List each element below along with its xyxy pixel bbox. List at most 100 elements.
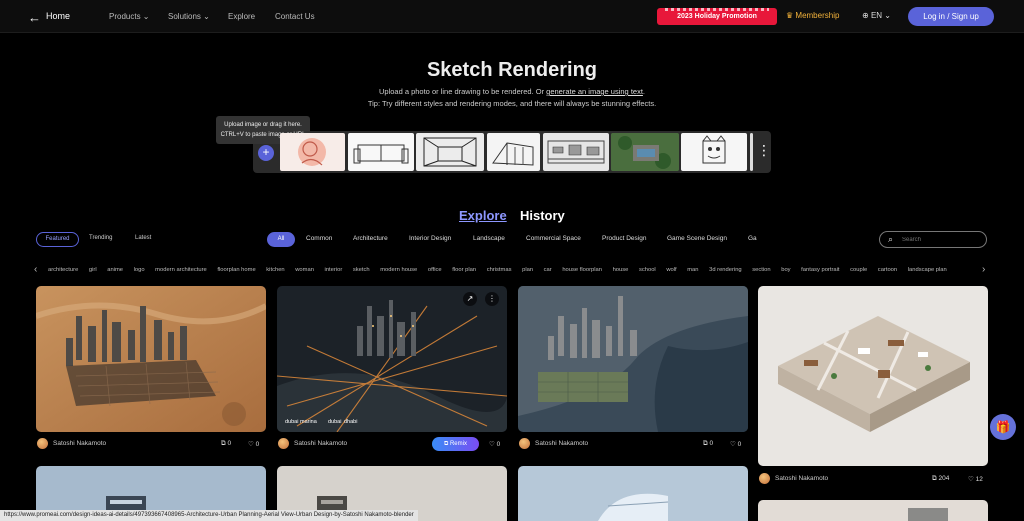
tag-item[interactable]: architecture bbox=[48, 267, 78, 273]
search-input[interactable] bbox=[902, 235, 982, 245]
upload-plus-button[interactable]: + bbox=[258, 145, 274, 161]
card-image-aerial-city[interactable] bbox=[518, 286, 748, 432]
gift-icon[interactable]: 🎁 bbox=[990, 414, 1016, 440]
tag-item[interactable]: school bbox=[639, 267, 656, 273]
like-count[interactable]: ♡ 12 bbox=[968, 475, 983, 483]
tab-history[interactable]: History bbox=[520, 208, 565, 223]
sort-trending-button[interactable]: Trending bbox=[89, 235, 112, 241]
tag-item[interactable]: modern house bbox=[380, 267, 417, 273]
category-landscape[interactable]: Landscape bbox=[473, 235, 505, 242]
tag-item[interactable]: floorplan home bbox=[217, 267, 255, 273]
like-count-value: 12 bbox=[975, 476, 983, 483]
category-all[interactable]: All bbox=[267, 232, 295, 247]
more-options-icon[interactable]: ⋮ bbox=[757, 143, 771, 157]
tag-item[interactable]: cartoon bbox=[878, 267, 897, 273]
hero-tip: Tip: Try different styles and rendering … bbox=[367, 99, 657, 108]
sort-featured-button[interactable]: Featured bbox=[36, 232, 79, 247]
tag-item[interactable]: kitchen bbox=[266, 267, 284, 273]
tag-item[interactable]: fantasy portrait bbox=[801, 267, 839, 273]
crown-icon: ♛ bbox=[786, 11, 794, 20]
tag-item[interactable]: christmas bbox=[487, 267, 512, 273]
nav-products-menu[interactable]: Products ⌄ bbox=[109, 12, 150, 21]
tag-item[interactable]: plan bbox=[522, 267, 533, 273]
remix-count[interactable]: ⧉ 0 bbox=[703, 440, 713, 448]
tag-item[interactable]: house floorplan bbox=[562, 267, 602, 273]
generate-image-link[interactable]: generate an image using text bbox=[546, 87, 643, 96]
tag-item[interactable]: man bbox=[687, 267, 698, 273]
like-count[interactable]: ♡ 0 bbox=[248, 440, 259, 448]
tag-item[interactable]: woman bbox=[295, 267, 314, 273]
tab-explore[interactable]: Explore bbox=[459, 208, 507, 223]
tag-item[interactable]: 3d rendering bbox=[709, 267, 742, 273]
sample-thumb-cartoon-sketch[interactable] bbox=[681, 133, 747, 171]
author-name[interactable]: Satoshi Nakamoto bbox=[775, 475, 828, 482]
card-image-building-4[interactable] bbox=[758, 500, 988, 521]
sample-thumb-urban-sketch[interactable] bbox=[543, 133, 609, 171]
tag-item[interactable]: interior bbox=[325, 267, 343, 273]
tag-item[interactable]: landscape plan bbox=[908, 267, 947, 273]
remix-icon: ⧉ bbox=[703, 440, 708, 447]
like-count[interactable]: ♡ 0 bbox=[489, 440, 500, 448]
tags-scroll-left-icon[interactable]: ‹ bbox=[34, 264, 37, 275]
card-image-desert-city[interactable] bbox=[36, 286, 266, 432]
nav-explore-link[interactable]: Explore bbox=[228, 12, 255, 21]
card-image-building-3[interactable] bbox=[518, 466, 748, 521]
tag-item[interactable]: modern architecture bbox=[155, 267, 207, 273]
back-arrow-icon[interactable]: ← bbox=[28, 10, 41, 25]
nav-solutions-menu[interactable]: Solutions ⌄ bbox=[168, 12, 210, 21]
like-count[interactable]: ♡ 0 bbox=[730, 440, 741, 448]
membership-link[interactable]: ♛ Membership bbox=[786, 11, 839, 20]
search-box[interactable]: ⌕ bbox=[879, 231, 987, 248]
image-label: dubai bbox=[328, 419, 342, 425]
author-avatar[interactable] bbox=[759, 473, 770, 484]
holiday-promo-banner[interactable]: 2023 Holiday Promotion bbox=[657, 8, 777, 25]
sample-thumb-room-sketch[interactable] bbox=[416, 133, 484, 171]
login-signup-button[interactable]: Log in / Sign up bbox=[908, 7, 994, 26]
tag-item[interactable]: logo bbox=[134, 267, 145, 273]
author-avatar[interactable] bbox=[519, 438, 530, 449]
category-product-design[interactable]: Product Design bbox=[602, 235, 646, 242]
tag-item[interactable]: car bbox=[544, 267, 552, 273]
sample-thumb-garden-render[interactable] bbox=[611, 133, 679, 171]
tag-item[interactable]: floor plan bbox=[452, 267, 476, 273]
tag-item[interactable]: couple bbox=[850, 267, 867, 273]
language-selector[interactable]: ⊕ EN ⌄ bbox=[862, 11, 891, 20]
sort-latest-button[interactable]: Latest bbox=[135, 235, 151, 241]
tag-item[interactable]: girl bbox=[89, 267, 97, 273]
category-partial[interactable]: Ga bbox=[748, 235, 757, 242]
category-architecture[interactable]: Architecture bbox=[353, 235, 388, 242]
hero-subtitle: Upload a photo or line drawing to be ren… bbox=[0, 87, 1024, 96]
nav-home-link[interactable]: Home bbox=[46, 11, 70, 21]
heart-icon: ♡ bbox=[968, 476, 974, 483]
sample-thumb-building-sketch[interactable] bbox=[487, 133, 540, 171]
category-game-scene-design[interactable]: Game Scene Design bbox=[667, 235, 727, 242]
open-link-icon[interactable]: ↗ bbox=[463, 292, 477, 306]
card-image-dubai-night[interactable] bbox=[277, 286, 507, 432]
remix-count[interactable]: ⧉ 0 bbox=[221, 440, 231, 448]
tag-item[interactable]: anime bbox=[107, 267, 123, 273]
remix-count[interactable]: ⧉ 204 bbox=[932, 475, 949, 483]
sample-thumb-partial[interactable] bbox=[750, 133, 753, 171]
card-more-icon[interactable]: ⋮ bbox=[485, 292, 499, 306]
sample-thumb-portrait-sketch[interactable] bbox=[280, 133, 345, 171]
category-common[interactable]: Common bbox=[306, 235, 332, 242]
tag-item[interactable]: office bbox=[428, 267, 442, 273]
author-avatar[interactable] bbox=[278, 438, 289, 449]
remix-button[interactable]: ⧉ Remix bbox=[432, 437, 479, 451]
author-avatar[interactable] bbox=[37, 438, 48, 449]
tags-scroll-right-icon[interactable]: › bbox=[982, 264, 985, 275]
tag-item[interactable]: boy bbox=[781, 267, 790, 273]
author-name[interactable]: Satoshi Nakamoto bbox=[53, 440, 106, 447]
sample-thumb-sofa-sketch[interactable] bbox=[348, 133, 414, 171]
language-label: EN ⌄ bbox=[870, 11, 891, 20]
category-commercial-space[interactable]: Commercial Space bbox=[526, 235, 581, 242]
author-name[interactable]: Satoshi Nakamoto bbox=[535, 440, 588, 447]
tag-item[interactable]: wolf bbox=[666, 267, 676, 273]
tag-item[interactable]: house bbox=[613, 267, 629, 273]
category-interior-design[interactable]: Interior Design bbox=[409, 235, 451, 242]
tag-item[interactable]: section bbox=[752, 267, 770, 273]
author-name[interactable]: Satoshi Nakamoto bbox=[294, 440, 347, 447]
card-image-isometric-floorplan[interactable] bbox=[758, 286, 988, 466]
tag-item[interactable]: sketch bbox=[353, 267, 370, 273]
nav-contact-link[interactable]: Contact Us bbox=[275, 12, 315, 21]
